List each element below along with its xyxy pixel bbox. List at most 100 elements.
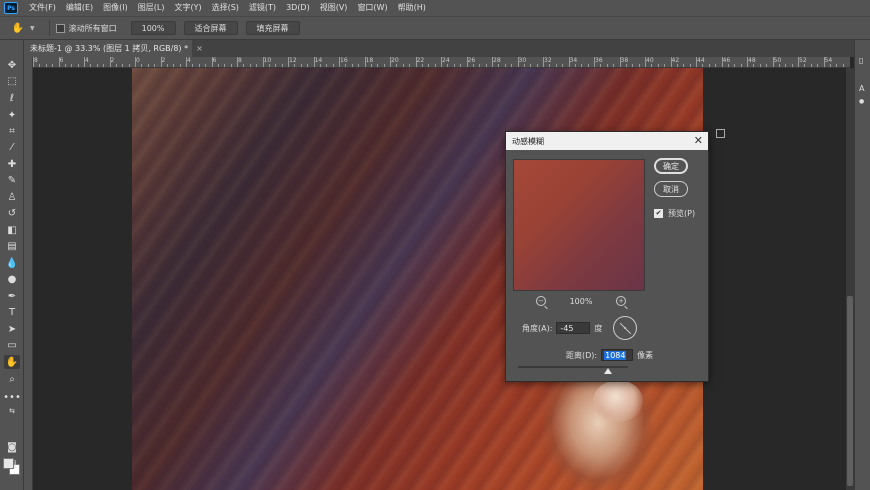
clone-stamp-tool-icon[interactable]: ♙ [4,190,20,204]
dialog-close-icon[interactable]: ✕ [694,134,703,148]
blur-tool-icon[interactable]: 💧 [4,256,20,270]
vertical-scrollbar[interactable] [846,68,854,490]
angle-row: 角度(A): -45 度 [522,322,602,334]
menu-item-9[interactable]: 窗口(W) [352,0,392,16]
dodge-tool-icon[interactable]: ● [4,272,20,286]
ruler-tick [670,57,672,67]
vertical-ruler[interactable] [24,57,33,490]
move-tool-icon[interactable]: ✥ [4,58,20,72]
ruler-label: 42 [671,57,680,64]
menu-item-10[interactable]: 帮助(H) [393,0,431,16]
distance-slider-thumb[interactable] [604,368,613,374]
fill-screen-button[interactable]: 填充屏幕 [245,21,300,35]
ruler-label: 46 [722,57,731,64]
ruler-tick [160,57,162,67]
foreground-color-swatch[interactable] [3,458,14,469]
ok-button[interactable]: 确定 [654,158,688,174]
ruler-tick [103,64,105,67]
divider [48,20,50,36]
ruler-tick [740,64,742,67]
menu-item-1[interactable]: 编辑(E) [61,0,98,16]
eraser-tool-icon[interactable]: ◧ [4,223,20,237]
zoom-100-button[interactable]: 100% [130,21,176,35]
ruler-tick [683,64,685,67]
horizontal-ruler[interactable]: 8 6 4 2 0 2 4 6 8 10 12 14 16 18 20 22 24 26 28 30 32 34 36 38 4… [32,57,850,68]
menu-item-0[interactable]: 文件(F) [24,0,61,16]
marquee-tool-icon[interactable]: ⬚ [4,74,20,88]
crop-tool-icon[interactable]: ⌗ [4,124,20,138]
ruler-label: 40 [646,57,654,64]
ruler-tick [71,64,73,67]
vertical-scroll-thumb[interactable] [847,296,853,486]
document-tab[interactable]: 未标题-1 @ 33.3% (图层 1 拷贝, RGB/8) * × [24,40,203,57]
menu-item-5[interactable]: 选择(S) [207,0,244,16]
scroll-all-windows-checkbox[interactable] [55,23,65,33]
history-brush-tool-icon[interactable]: ↺ [4,206,20,220]
pen-tool-icon[interactable]: ✒ [4,289,20,303]
lasso-tool-icon[interactable]: ℓ [4,91,20,105]
document-close-icon[interactable]: × [196,44,203,53]
ruler-tick [555,64,557,67]
dialog-title-bar[interactable]: 动感模糊 ✕ [506,132,708,150]
ruler-tick [581,64,583,67]
fit-screen-button[interactable]: 适合屏幕 [183,21,238,35]
filter-preview[interactable] [513,159,645,291]
menu-item-8[interactable]: 视图(V) [315,0,353,16]
path-selection-tool-icon[interactable]: ➤ [4,322,20,336]
menu-item-7[interactable]: 3D(D) [281,0,315,16]
preview-zoom-level: 100% [569,296,593,306]
angle-dial[interactable] [613,316,637,340]
dialog-title: 动感模糊 [512,136,544,146]
ruler-tick [543,57,544,67]
magic-wand-tool-icon[interactable]: ✦ [4,108,20,122]
scroll-all-windows-option[interactable]: 滚动所有窗口 [55,23,117,34]
more-tools-icon[interactable]: ••• [3,390,21,404]
type-tool-icon[interactable]: T [4,305,20,319]
zoom-tool-icon[interactable]: ⌕ [4,372,20,386]
ruler-tick [766,64,768,67]
menu-item-6[interactable]: 滤镜(T) [244,0,281,16]
ruler-tick [383,64,385,67]
cancel-button[interactable]: 取消 [654,181,688,197]
ruler-tick [759,64,761,67]
eyedropper-tool-icon[interactable]: ⁄ [4,140,20,154]
hand-tool-active-icon[interactable]: ✋ [4,355,20,369]
angle-label: 角度(A): [522,323,553,333]
panel-collapse-icon[interactable]: ▯ [859,56,863,65]
rectangle-tool-icon[interactable]: ▭ [4,338,20,352]
canvas-area[interactable] [33,68,846,490]
zoom-in-icon[interactable]: + [616,296,626,306]
distance-input[interactable]: 1084 [601,349,634,361]
zoom-out-icon[interactable]: − [536,296,546,306]
ruler-tick [664,64,666,67]
brush-tool-icon[interactable]: ✎ [4,173,20,187]
quick-mask-icon[interactable]: ◙ [4,440,20,454]
healing-brush-tool-icon[interactable]: ✚ [4,157,20,171]
ruler-label: 12 [289,57,297,64]
ruler-label: 50 [773,57,782,64]
ruler-tick [485,64,487,67]
ruler-tick [147,64,149,67]
ruler-tick [517,57,519,67]
swap-colors-icon[interactable]: ⇆ [4,404,20,418]
ruler-label: 2 [161,57,166,64]
menu-item-2[interactable]: 图像(I) [98,0,133,16]
menu-item-4[interactable]: 文字(Y) [169,0,206,16]
ruler-tick [300,64,302,67]
hand-tool-icon[interactable]: ✋ [6,23,30,34]
tool-preset-chevron-down-icon[interactable]: ▼ [30,25,35,32]
panel-dot-icon[interactable]: ● [859,98,864,105]
document-tab-bar: 未标题-1 @ 33.3% (图层 1 拷贝, RGB/8) * × [24,40,870,57]
ruler-label: 18 [365,57,374,64]
panel-label-a[interactable]: A [859,84,864,93]
preview-option[interactable]: ✔ 预览(P) [654,208,695,219]
preview-checkbox-checked-icon[interactable]: ✔ [654,209,663,218]
angle-input[interactable]: -45 [556,322,591,334]
ruler-tick [52,64,54,67]
angle-dial-center [624,327,626,329]
gradient-tool-icon[interactable]: ▤ [4,239,20,253]
ruler-tick [696,57,697,67]
ruler-tick [198,64,200,67]
ruler-tick [504,64,506,67]
menu-item-3[interactable]: 图层(L) [133,0,170,16]
